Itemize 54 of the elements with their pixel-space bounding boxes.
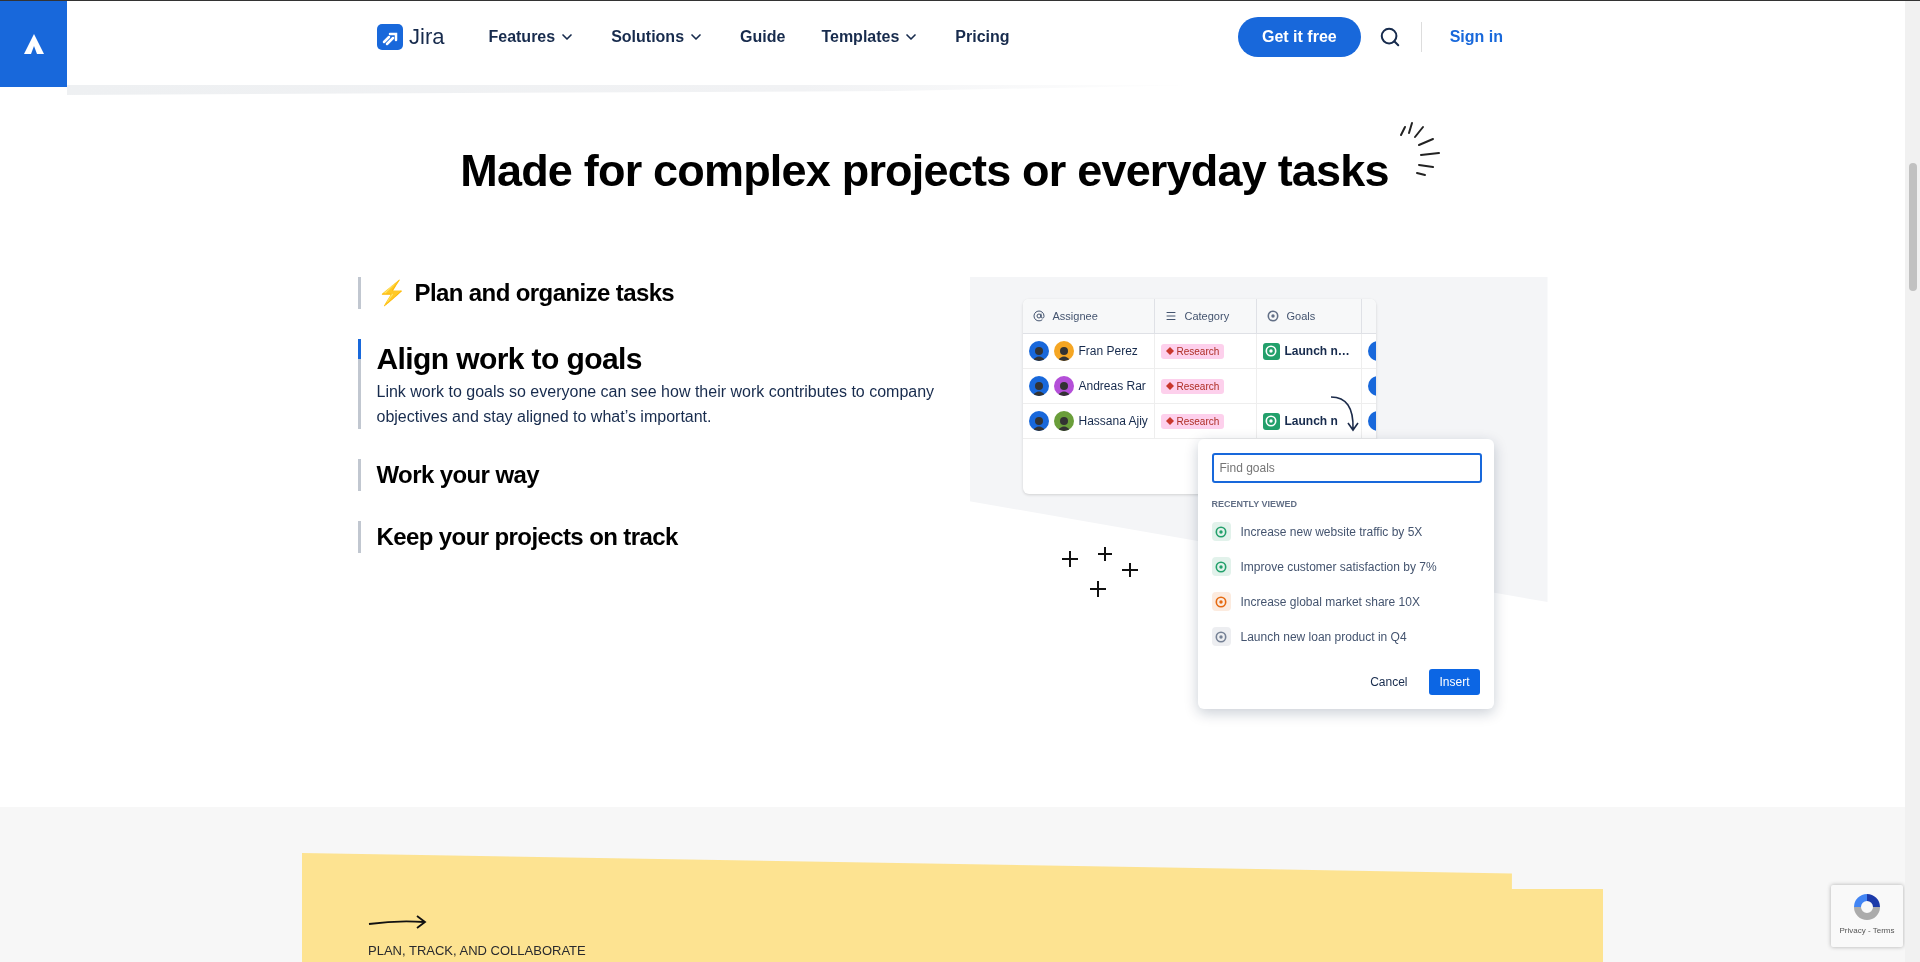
tag-icon — [1165, 382, 1174, 390]
column-label: Assignee — [1052, 310, 1098, 322]
feature-title[interactable]: Keep your projects on track — [376, 521, 678, 553]
target-icon — [1266, 310, 1279, 322]
at-icon — [1032, 310, 1045, 322]
section-label: RECENTLY VIEWED — [1211, 499, 1299, 509]
goal-option[interactable]: Improve customer satisfaction by 7% — [1211, 552, 1480, 581]
goal-option[interactable]: Increase new website traffic by 5X — [1211, 517, 1480, 546]
nav-link[interactable]: Templates — [821, 28, 920, 46]
feature-title[interactable]: Work your way — [376, 459, 539, 491]
nav-link[interactable]: Pricing — [955, 28, 1010, 46]
lightning-icon: ⚡ — [376, 279, 407, 307]
nav-link[interactable]: Features — [488, 28, 576, 46]
feature-description: Link work to goals so everyone can see how their work contributes to company objectives and stay aligned to what’s important. — [376, 382, 936, 427]
tag-icon — [1165, 417, 1174, 425]
category-tag: Research — [1160, 343, 1225, 359]
list-icon — [1164, 310, 1177, 322]
feature-title[interactable]: Plan and organize tasks — [414, 277, 675, 309]
section-heading: Made for complex projects or everyday tasks — [460, 145, 1389, 197]
find-goals-field[interactable]: Find goals — [1211, 453, 1482, 483]
goal-name: Launch n — [1284, 414, 1338, 428]
tag-icon — [1165, 347, 1174, 355]
category-tag: Research — [1160, 378, 1225, 394]
sign-in-link[interactable]: Sign in — [1449, 28, 1503, 46]
nav-link[interactable]: Solutions — [611, 28, 705, 46]
eyebrow-text: PLAN, TRACK, AND COLLABORATE — [368, 943, 587, 958]
scrollbar[interactable] — [1905, 1, 1920, 962]
avatar — [1028, 411, 1049, 431]
goal-name: Launch n… — [1284, 344, 1350, 358]
search-icon[interactable] — [1378, 26, 1401, 48]
column-label: Category — [1184, 310, 1230, 322]
category-tag: Research — [1160, 413, 1225, 429]
goal-option[interactable]: Launch new loan product in Q4 — [1211, 622, 1480, 651]
nav-link[interactable]: Guide — [740, 28, 786, 46]
avatar — [1028, 341, 1049, 361]
get-it-free-button[interactable]: Get it free — [1238, 17, 1361, 57]
cancel-button[interactable]: Cancel — [1360, 669, 1418, 695]
recaptcha-badge[interactable]: Privacy - Terms — [1831, 885, 1903, 947]
jira-logo-icon[interactable] — [377, 24, 403, 50]
atlassian-logo[interactable] — [0, 1, 67, 87]
brand-name[interactable]: Jira — [409, 24, 445, 50]
goal-option[interactable]: Increase global market share 10X — [1211, 587, 1480, 616]
privacy-terms-link[interactable]: Privacy - Terms — [1839, 926, 1895, 935]
arrow-drawing — [1329, 393, 1360, 433]
avatar — [1028, 376, 1049, 396]
recaptcha-icon — [1851, 891, 1883, 923]
assignee-name: Fran Perez — [1078, 344, 1138, 358]
assignee-name: Andreas Rar — [1078, 379, 1146, 393]
feature-title[interactable]: Align work to goals — [376, 339, 642, 379]
arrow-icon — [368, 915, 428, 929]
column-label: Goals — [1286, 310, 1316, 322]
assignee-name: Hassana Ajiy — [1078, 414, 1148, 428]
scrollbar-thumb[interactable] — [1909, 163, 1917, 291]
insert-button[interactable]: Insert — [1429, 669, 1480, 695]
